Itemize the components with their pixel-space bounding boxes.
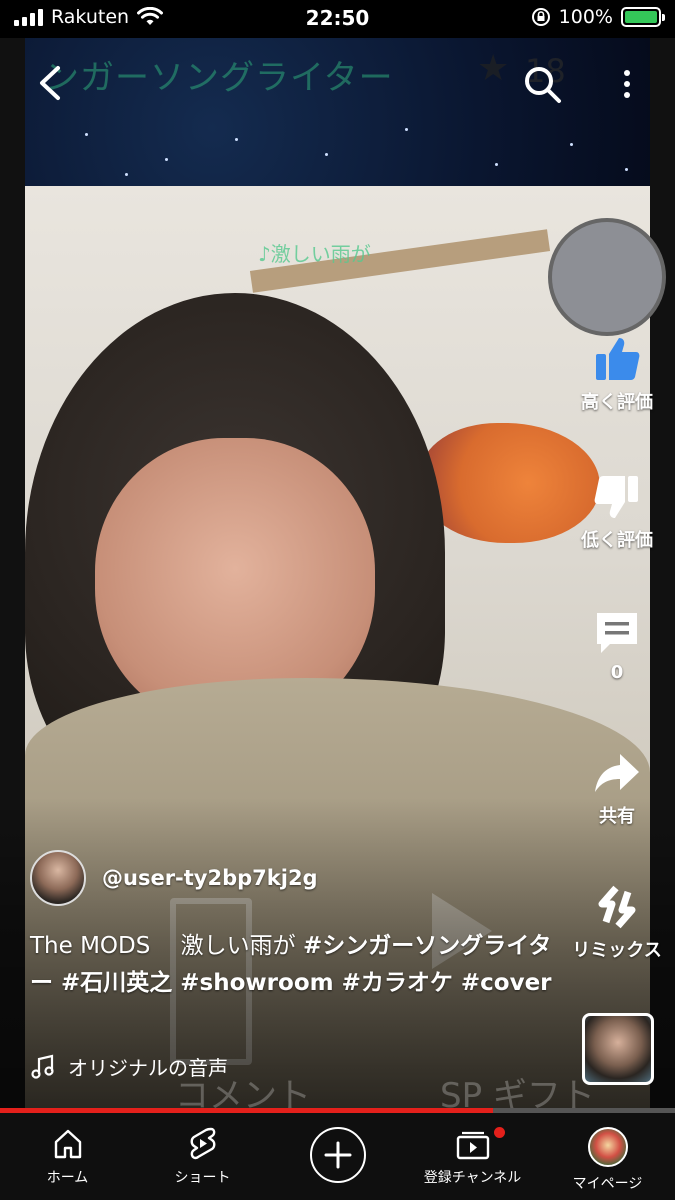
orientation-lock-icon	[531, 8, 550, 26]
remix-icon	[598, 885, 636, 929]
audio-thumbnail[interactable]	[582, 1013, 654, 1085]
comment-count: 0	[610, 662, 624, 683]
shorts-icon	[190, 1127, 215, 1160]
share-label: 共有	[599, 806, 635, 827]
video-description[interactable]: The MODS 激しい雨が #シンガーソングライター #石川英之 #showr…	[30, 928, 560, 1002]
more-options-button[interactable]	[610, 62, 644, 106]
audio-label: オリジナルの音声	[68, 1056, 228, 1080]
search-button[interactable]	[520, 62, 564, 106]
home-icon	[54, 1129, 81, 1159]
battery-icon	[621, 7, 665, 27]
nav-home[interactable]: ホーム	[0, 1113, 135, 1200]
back-arrow-icon	[40, 66, 60, 100]
nav-subscriptions[interactable]: 登録チャンネル	[405, 1113, 540, 1200]
notification-dot	[494, 1127, 505, 1138]
video-lyric-overlay: ♪激しい雨が	[258, 242, 371, 266]
like-button[interactable]: 高く評価	[562, 334, 672, 414]
video-title: The MODS 激しい雨が	[30, 933, 303, 959]
share-button[interactable]: 共有	[562, 748, 672, 828]
status-bar: Rakuten 22:50 100%	[0, 0, 675, 38]
nav-home-label: ホーム	[46, 1170, 89, 1186]
thumbs-down-icon	[594, 476, 638, 518]
bottom-navigation: ホーム ショート 登録チャンネル マイページ	[0, 1113, 675, 1200]
comment-icon	[597, 613, 637, 653]
nav-subscriptions-label: 登録チャンネル	[423, 1170, 522, 1186]
audio-link[interactable]: オリジナルの音声	[30, 1052, 228, 1081]
battery-percent: 100%	[558, 6, 613, 28]
video-banner-text: ンガーソングライター	[45, 58, 394, 98]
create-button[interactable]	[309, 1127, 366, 1183]
plus-icon	[324, 1141, 351, 1169]
nav-shorts[interactable]: ショート	[135, 1113, 270, 1200]
nav-create[interactable]	[270, 1113, 405, 1200]
remix-button[interactable]: リミックス	[562, 882, 672, 962]
remix-label: リミックス	[572, 940, 662, 961]
more-dots-icon	[624, 70, 630, 76]
dislike-label: 低く評価	[581, 530, 653, 551]
nav-mypage-label: マイページ	[572, 1176, 643, 1192]
search-icon	[525, 67, 561, 103]
status-right: 100%	[531, 6, 665, 28]
dislike-button[interactable]: 低く評価	[562, 472, 672, 552]
video-banner-area: ンガーソングライター ★ 18	[25, 38, 650, 188]
share-arrow-icon	[595, 754, 639, 792]
banner-star-icon: ★	[477, 48, 510, 89]
back-button[interactable]	[30, 62, 72, 104]
video-wall-clock	[548, 218, 666, 336]
nav-shorts-label: ショート	[174, 1170, 231, 1186]
my-avatar	[587, 1127, 628, 1167]
channel-avatar[interactable]	[30, 850, 86, 906]
subscriptions-icon	[456, 1131, 489, 1160]
channel-handle[interactable]: @user-ty2bp7kj2g	[102, 866, 318, 890]
like-label: 高く評価	[581, 392, 653, 413]
video-overlay-gift-text: SP ギフト	[440, 1076, 595, 1110]
nav-mypage[interactable]: マイページ	[540, 1113, 675, 1200]
music-note-icon	[31, 1054, 54, 1079]
thumbs-up-icon	[596, 338, 640, 380]
comments-button[interactable]: 0	[562, 608, 672, 683]
